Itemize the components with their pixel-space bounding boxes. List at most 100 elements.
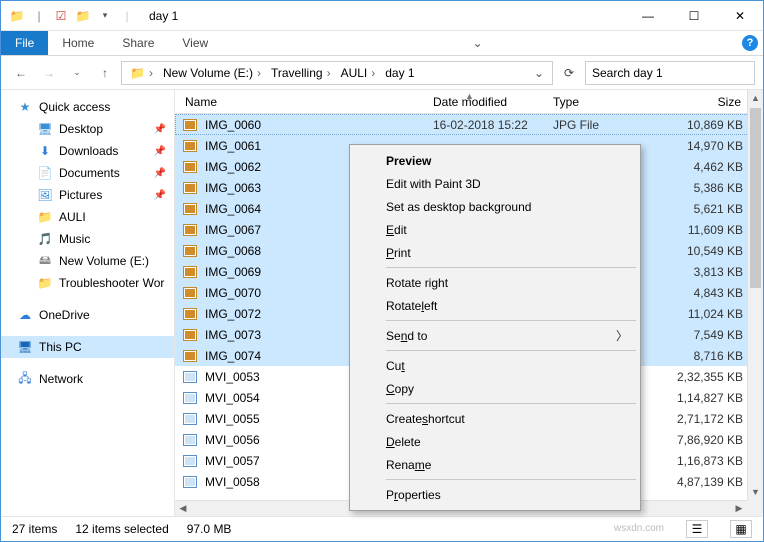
mus-icon: 🎵 [37, 231, 53, 247]
pin-icon: 📌 [154, 124, 166, 135]
sidebar-item-4[interactable]: 📁 AULI [1, 206, 174, 228]
up-button[interactable]: ↑ [93, 61, 117, 85]
search-input[interactable]: Search day 1 [585, 61, 755, 85]
ctx-properties[interactable]: Properties [352, 483, 638, 506]
col-name[interactable]: Name [181, 95, 433, 109]
ctx-preview[interactable]: Preview [352, 149, 638, 172]
ctx-sep [386, 267, 636, 268]
help-button[interactable]: ? [737, 31, 763, 55]
context-menu: Preview Edit with Paint 3D Set as deskto… [349, 144, 641, 511]
maximize-button[interactable]: ☐ [671, 1, 717, 31]
image-file-icon [183, 119, 197, 131]
ctx-set-background[interactable]: Set as desktop background [352, 195, 638, 218]
qat-divider: | [29, 6, 49, 26]
ctx-send-to[interactable]: Send to〉 [352, 324, 638, 347]
titlebar: 📁 | ☑ 📁 ▾ | day 1 — ☐ ✕ [1, 1, 763, 31]
tab-home[interactable]: Home [48, 31, 108, 55]
new-folder-qat-icon[interactable]: 📁 [73, 6, 93, 26]
breadcrumb[interactable]: 📁› New Volume (E:)› Travelling› AULI› da… [121, 61, 553, 85]
properties-qat-icon[interactable]: ☑ [51, 6, 71, 26]
submenu-arrow-icon: 〉 [616, 327, 628, 344]
video-file-icon [183, 476, 197, 488]
sidebar-item-label: AULI [59, 210, 86, 224]
minimize-button[interactable]: — [625, 1, 671, 31]
image-file-icon [183, 224, 197, 236]
breadcrumb-seg-2[interactable]: AULI› [337, 66, 380, 80]
ctx-delete[interactable]: Delete [352, 430, 638, 453]
close-button[interactable]: ✕ [717, 1, 763, 31]
watermark: wsxdn.com [614, 523, 664, 534]
ribbon: File Home Share View ⌄ ? [1, 31, 763, 56]
doc-icon: 📄 [37, 165, 53, 181]
view-details-button[interactable]: ☰ [686, 520, 708, 538]
ctx-edit[interactable]: Edit [352, 218, 638, 241]
folder-icon: 📁 [7, 6, 27, 26]
sidebar-item-7[interactable]: 📁Troubleshooter Wor [1, 272, 174, 294]
fold-icon: 📁 [37, 209, 53, 225]
ctx-copy[interactable]: Copy [352, 377, 638, 400]
scroll-left-icon[interactable]: ◀ [175, 501, 191, 516]
breadcrumb-root-icon[interactable]: 📁› [126, 66, 157, 80]
sidebar-thispc[interactable]: 🖥This PC [1, 336, 174, 358]
status-item-count: 27 items [12, 522, 57, 536]
tab-view[interactable]: View [168, 31, 222, 55]
pin-icon: 📌 [154, 146, 166, 157]
breadcrumb-seg-3[interactable]: day 1 [381, 66, 418, 80]
address-dropdown-icon[interactable]: ⌄ [530, 66, 548, 80]
qat-dropdown-icon[interactable]: ▾ [95, 6, 115, 26]
sidebar-item-0[interactable]: 🖥 Desktop 📌 [1, 118, 174, 140]
ctx-print[interactable]: Print [352, 241, 638, 264]
video-file-icon [183, 392, 197, 404]
refresh-button[interactable]: ⟳ [557, 66, 581, 80]
status-selected: 12 items selected [75, 522, 168, 536]
video-file-icon [183, 371, 197, 383]
desk-icon: 🖥 [37, 121, 53, 137]
column-headers: ▲ Name Date modified Type Size [175, 90, 763, 114]
search-placeholder: Search day 1 [592, 66, 663, 80]
nav-row: ← → ⌄ ↑ 📁› New Volume (E:)› Travelling› … [1, 56, 763, 90]
file-tab[interactable]: File [1, 31, 48, 55]
sidebar-quick-access[interactable]: ★Quick access [1, 96, 174, 118]
ctx-rotate-left[interactable]: Rotate left [352, 294, 638, 317]
sidebar-item-1[interactable]: ⬇Downloads📌 [1, 140, 174, 162]
image-file-icon [183, 161, 197, 173]
ctx-sep [386, 403, 636, 404]
star-icon: ★ [17, 99, 33, 115]
view-thumbnails-button[interactable]: ▦ [730, 520, 752, 538]
status-bar: 27 items 12 items selected 97.0 MB wsxdn… [2, 516, 762, 540]
scroll-up-icon[interactable]: ▲ [748, 90, 763, 106]
ctx-rename[interactable]: Rename [352, 453, 638, 476]
tab-share[interactable]: Share [108, 31, 168, 55]
scroll-down-icon[interactable]: ▼ [748, 484, 763, 500]
scroll-thumb[interactable] [750, 108, 761, 288]
table-row[interactable]: IMG_006016-02-2018 15:22JPG File10,869 K… [175, 114, 763, 135]
pin-icon: 📌 [154, 190, 166, 201]
ctx-create-shortcut[interactable]: Create shortcut [352, 407, 638, 430]
pic-icon: 🖼 [37, 187, 53, 203]
qat-separator: | [117, 6, 137, 26]
col-type[interactable]: Type [553, 95, 665, 109]
image-file-icon [183, 182, 197, 194]
breadcrumb-seg-0[interactable]: New Volume (E:)› [159, 66, 265, 80]
sidebar-item-label: Desktop [59, 122, 103, 136]
ctx-cut[interactable]: Cut [352, 354, 638, 377]
scroll-right-icon[interactable]: ▶ [731, 501, 747, 516]
sidebar-item-5[interactable]: 🎵Music [1, 228, 174, 250]
ribbon-expand[interactable]: ⌄ [465, 31, 491, 55]
ctx-rotate-right[interactable]: Rotate right [352, 271, 638, 294]
image-file-icon [183, 329, 197, 341]
sidebar-onedrive[interactable]: ☁OneDrive [1, 304, 174, 326]
sidebar-item-2[interactable]: 📄Documents📌 [1, 162, 174, 184]
ctx-paint3d[interactable]: Edit with Paint 3D [352, 172, 638, 195]
back-button[interactable]: ← [9, 61, 33, 85]
forward-button[interactable]: → [37, 61, 61, 85]
col-date[interactable]: Date modified [433, 95, 553, 109]
sidebar-item-label: Troubleshooter Wor [59, 276, 164, 290]
image-file-icon [183, 245, 197, 257]
scrollbar-vertical[interactable]: ▲ ▼ [747, 90, 763, 500]
sidebar-network[interactable]: 🖧Network [1, 368, 174, 390]
breadcrumb-seg-1[interactable]: Travelling› [267, 66, 335, 80]
sidebar-item-3[interactable]: 🖼Pictures📌 [1, 184, 174, 206]
sidebar-item-6[interactable]: 🖴New Volume (E:) [1, 250, 174, 272]
recent-dropdown[interactable]: ⌄ [65, 61, 89, 85]
